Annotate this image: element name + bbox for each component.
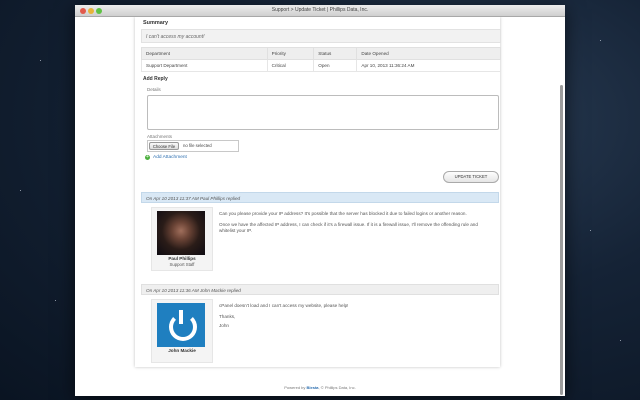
- no-file-text: no file selected: [183, 143, 212, 148]
- ticket-panel: Summary I can't access my account! Depar…: [135, 17, 501, 367]
- attachments-label: Attachments: [147, 134, 173, 139]
- add-attachment-label: Add Attachment: [153, 155, 187, 160]
- reply-header: On Apr 10 2013 11:36 AM John Mackie repl…: [141, 284, 499, 295]
- star: [55, 300, 56, 301]
- author-card: John Mackie: [151, 299, 213, 363]
- power-icon-bar: [179, 310, 183, 324]
- add-attachment-link[interactable]: + Add Attachment: [145, 155, 187, 160]
- power-icon: [169, 313, 197, 341]
- author-role: Support Staff: [169, 262, 195, 267]
- table-cell: Apr 10, 2013 11:36:24 AM: [356, 59, 501, 72]
- choose-file-button[interactable]: Choose File: [149, 142, 179, 150]
- column-header: Priority: [266, 47, 315, 60]
- star: [590, 230, 591, 231]
- reply-body: Paul Phillips Support Staff Can you plea…: [141, 204, 499, 282]
- column-header: Department: [141, 47, 268, 60]
- reply-paragraph: John: [219, 323, 229, 328]
- author-name: Paul Phillips: [168, 256, 196, 261]
- plus-circle-icon: +: [145, 154, 150, 160]
- star: [40, 60, 41, 61]
- page-content: Summary I can't access my account! Depar…: [75, 17, 565, 396]
- footer-prefix: Powered by: [284, 385, 306, 390]
- avatar: [157, 211, 205, 255]
- reply-paragraph: cPanel doesn't load and I can't access m…: [219, 303, 349, 308]
- author-name: John Mackie: [168, 348, 196, 353]
- page-footer: Powered by Blesta, © Phillips Data, Inc.: [75, 385, 565, 390]
- star: [20, 190, 21, 191]
- summary-text: I can't access my account!: [146, 34, 205, 40]
- vertical-scrollbar[interactable]: [560, 85, 563, 395]
- reply-message: cPanel doesn't load and I can't access m…: [219, 303, 489, 334]
- author-card: Paul Phillips Support Staff: [151, 207, 213, 271]
- reply-message: Can you please provide your IP address? …: [219, 211, 489, 239]
- star: [600, 40, 601, 41]
- reply-header: On Apr 10 2013 11:37 AM Paul Phillips re…: [141, 192, 499, 203]
- table-cell: Support Department: [141, 59, 268, 72]
- ticket-info-table: Department Priority Status Date Opened S…: [141, 47, 501, 72]
- column-header: Status: [313, 47, 358, 60]
- file-input[interactable]: Choose File no file selected: [147, 140, 239, 152]
- table-row: Support Department Critical Open Apr 10,…: [141, 59, 501, 72]
- footer-brand-link[interactable]: Blesta: [307, 385, 319, 390]
- table-cell: Open: [313, 59, 358, 72]
- reply-paragraph: Can you please provide your IP address? …: [219, 211, 467, 216]
- table-header-row: Department Priority Status Date Opened: [141, 47, 501, 60]
- table-cell: Critical: [266, 59, 315, 72]
- update-ticket-button[interactable]: UPDATE TICKET: [443, 171, 499, 183]
- summary-heading: Summary: [143, 20, 169, 26]
- star: [620, 340, 621, 341]
- summary-box: I can't access my account!: [141, 29, 501, 43]
- browser-window: Support > Update Ticket | Phillips Data,…: [75, 5, 565, 396]
- footer-suffix: , © Phillips Data, Inc.: [318, 385, 356, 390]
- add-reply-heading: Add Reply: [143, 76, 168, 82]
- reply-body: John Mackie cPanel doesn't load and I ca…: [141, 296, 499, 363]
- avatar: [157, 303, 205, 347]
- window-titlebar: Support > Update Ticket | Phillips Data,…: [75, 5, 565, 17]
- details-textarea[interactable]: [147, 95, 499, 130]
- reply-paragraph: Thanks,: [219, 314, 236, 319]
- column-header: Date Opened: [356, 47, 501, 60]
- window-title: Support > Update Ticket | Phillips Data,…: [271, 7, 369, 13]
- details-label: Details: [147, 87, 161, 92]
- reply-paragraph: Once we have the affected IP address, I …: [219, 222, 478, 233]
